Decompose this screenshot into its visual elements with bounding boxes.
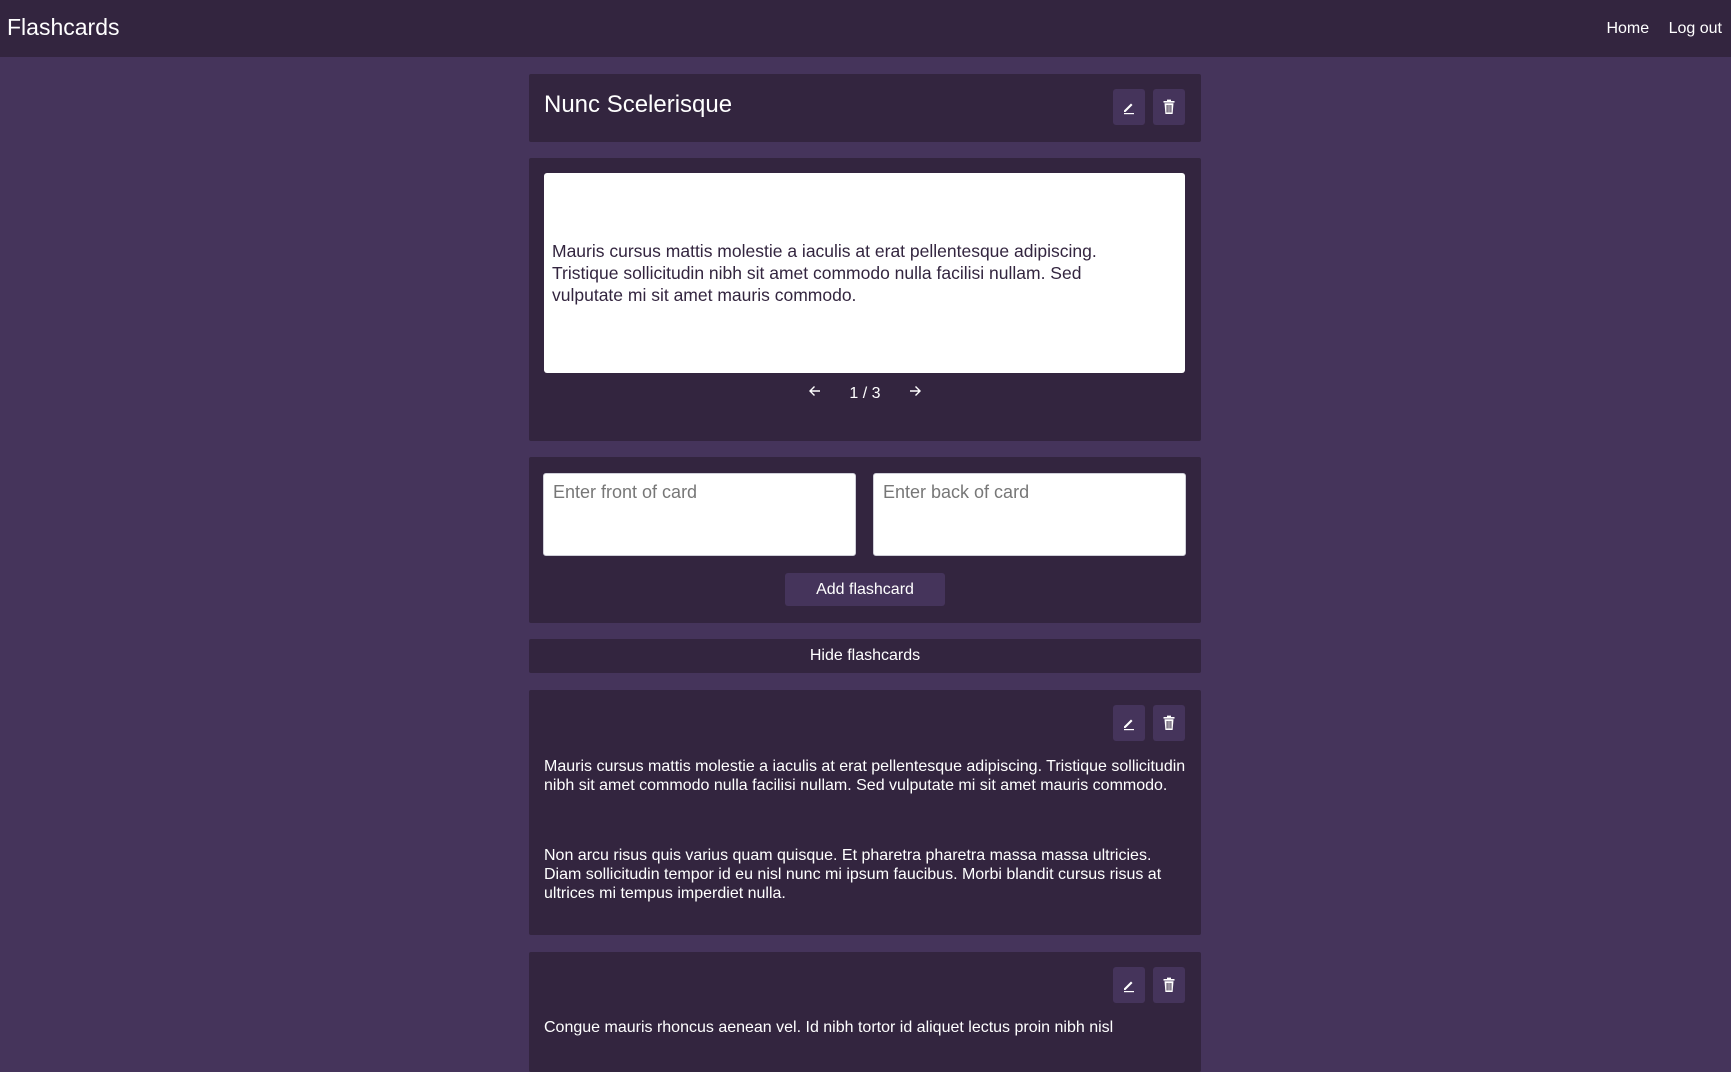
edit-card-button[interactable] <box>1113 967 1145 1003</box>
edit-deck-button[interactable] <box>1113 89 1145 125</box>
nav-home-link[interactable]: Home <box>1606 20 1649 37</box>
flashcard-item: Mauris cursus mattis molestie a iaculis … <box>529 690 1201 935</box>
delete-card-button[interactable] <box>1153 705 1185 741</box>
delete-deck-button[interactable] <box>1153 89 1185 125</box>
new-card-form: Add flashcard <box>529 457 1201 623</box>
card-front-input[interactable] <box>543 473 856 556</box>
study-panel: Mauris cursus mattis molestie a iaculis … <box>529 158 1201 441</box>
navbar: Flashcards Home Log out <box>0 0 1731 57</box>
nav-logout-link[interactable]: Log out <box>1669 20 1722 37</box>
trash-icon <box>1163 715 1175 730</box>
add-flashcard-button[interactable]: Add flashcard <box>785 573 945 606</box>
card-pager: 1 / 3 <box>529 384 1201 403</box>
previous-card-button[interactable] <box>805 384 825 403</box>
arrow-right-icon <box>910 386 922 396</box>
next-card-button[interactable] <box>905 384 925 403</box>
deck-header: Nunc Scelerisque <box>529 74 1201 142</box>
delete-card-button[interactable] <box>1153 967 1185 1003</box>
hide-flashcards-button[interactable]: Hide flashcards <box>529 639 1201 673</box>
study-card[interactable]: Mauris cursus mattis molestie a iaculis … <box>544 173 1185 373</box>
trash-icon <box>1163 99 1175 114</box>
study-card-text: Mauris cursus mattis molestie a iaculis … <box>552 241 1097 305</box>
pencil-icon <box>1124 981 1134 993</box>
flashcard-back-text: Non arcu risus quis varius quam quisque.… <box>544 847 1162 902</box>
flashcard-item: Congue mauris rhoncus aenean vel. Id nib… <box>529 952 1201 1072</box>
trash-icon <box>1163 977 1175 992</box>
flashcard-front-text: Congue mauris rhoncus aenean vel. Id nib… <box>544 1019 1114 1036</box>
deck-title: Nunc Scelerisque <box>544 91 733 118</box>
card-position: 1 / 3 <box>849 385 881 402</box>
flashcard-front-text: Mauris cursus mattis molestie a iaculis … <box>544 758 1186 794</box>
pencil-icon <box>1124 103 1134 115</box>
edit-card-button[interactable] <box>1113 705 1145 741</box>
card-back-input[interactable] <box>873 473 1186 556</box>
pencil-icon <box>1124 719 1134 731</box>
arrow-left-icon <box>808 386 820 396</box>
brand-link[interactable]: Flashcards <box>7 14 119 41</box>
nav-links: Home Log out <box>1591 20 1722 38</box>
